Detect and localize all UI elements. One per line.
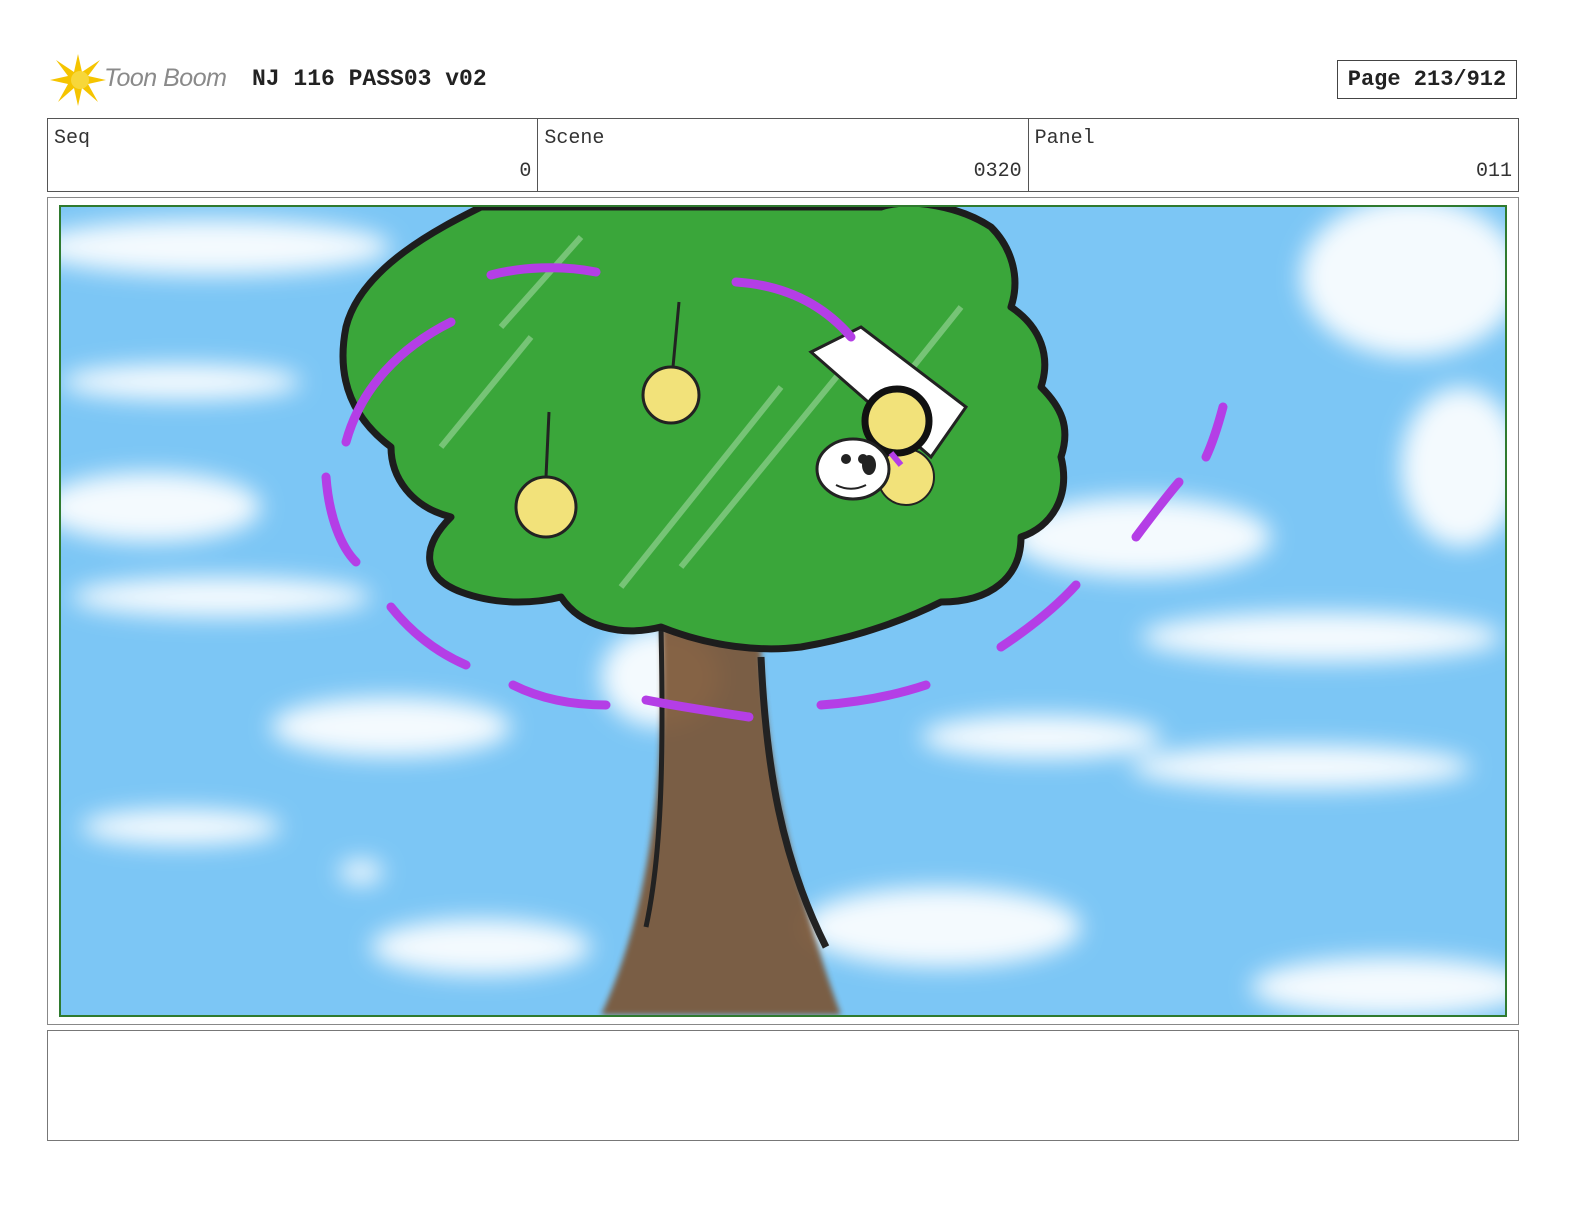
storyboard-artwork <box>59 205 1507 1017</box>
panel-value: 011 <box>1475 160 1512 183</box>
seq-value: 0 <box>519 160 532 183</box>
panel-cell: Panel 011 <box>1029 119 1518 191</box>
sun-burst-icon <box>50 54 106 106</box>
scene-value: 0320 <box>973 160 1022 183</box>
scene-cell: Scene 0320 <box>538 119 1029 191</box>
scene-label: Scene <box>544 127 605 150</box>
seq-cell: Seq 0 <box>48 119 539 191</box>
panel-label: Panel <box>1034 127 1095 150</box>
tree-sketch <box>61 207 1505 1015</box>
panel-info-row: Seq 0 Scene 0320 Panel 011 <box>47 118 1519 192</box>
page-number: Page 213/912 <box>1337 60 1517 99</box>
toon-boom-logo: Toon Boom <box>50 52 240 108</box>
logo-text: Toon Boom <box>104 64 227 92</box>
document-title: NJ 116 PASS03 v02 <box>252 66 487 92</box>
notes-box[interactable] <box>47 1030 1519 1141</box>
seq-label: Seq <box>54 127 91 150</box>
tree-canopy <box>339 207 1069 653</box>
